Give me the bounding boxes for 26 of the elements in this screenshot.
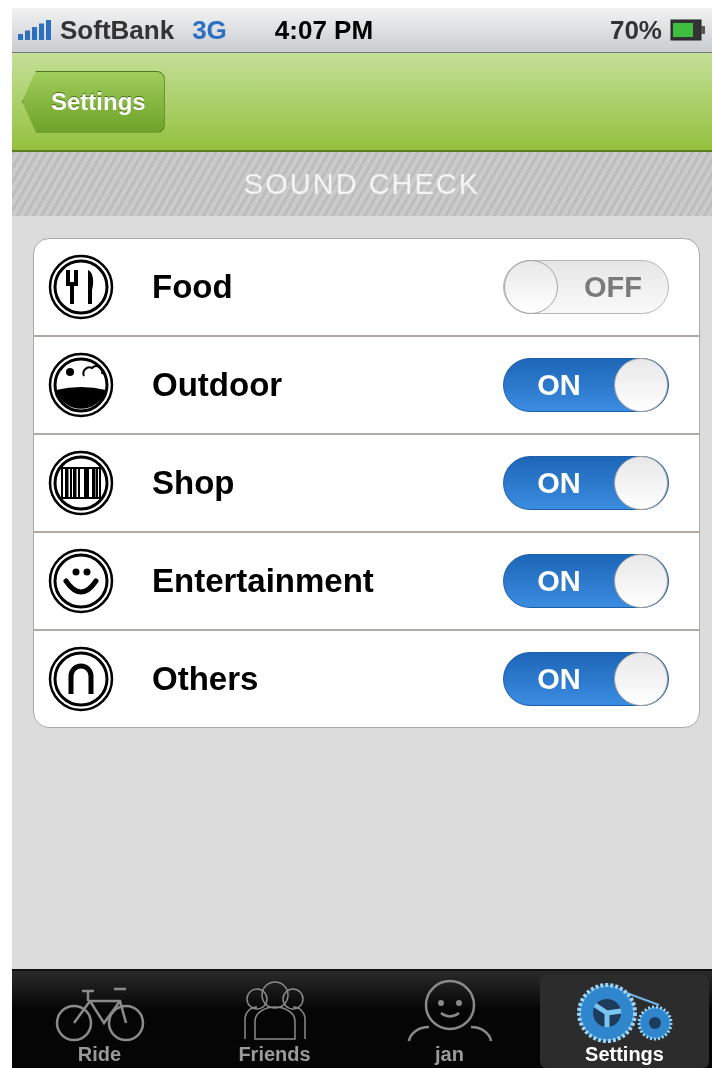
tab-item[interactable]: Settings: [540, 975, 709, 1068]
category-label: Others: [152, 660, 260, 698]
arch-icon: [48, 646, 114, 712]
toggle-switch[interactable]: ON: [503, 554, 669, 608]
fork-knife-icon: [48, 254, 114, 320]
carrier-name: SoftBank: [60, 14, 175, 46]
tab-item[interactable]: Friends: [190, 975, 359, 1068]
category-label: Food: [152, 268, 234, 306]
signal-icon: [18, 20, 52, 40]
back-button[interactable]: Settings: [22, 70, 165, 133]
category-label: Shop: [152, 464, 236, 502]
tab-item[interactable]: Ride: [15, 975, 184, 1068]
category-label: Outdoor: [152, 366, 284, 404]
battery-percent: 70%: [609, 14, 662, 46]
toggle-switch[interactable]: OFF: [503, 260, 669, 314]
smiley-icon: [48, 548, 114, 614]
landscape-icon: [48, 352, 114, 418]
battery-icon: [670, 19, 706, 41]
tab-item[interactable]: jan: [365, 975, 534, 1068]
toggle-switch[interactable]: ON: [503, 652, 669, 706]
network-type: 3G: [192, 14, 227, 46]
category-label: Entertainment: [152, 562, 375, 600]
barcode-icon: [48, 450, 114, 516]
toggle-switch[interactable]: ON: [503, 456, 669, 510]
toggle-switch[interactable]: ON: [503, 358, 669, 412]
clock-time: 4:07 PM: [274, 14, 375, 46]
